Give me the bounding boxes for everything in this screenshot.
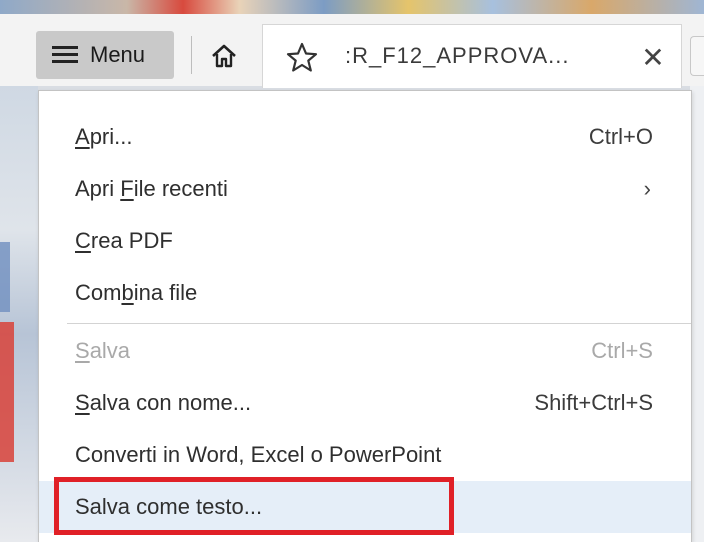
highlight-annotation [54, 477, 454, 535]
menu-item-combina-file[interactable]: Combina file [39, 267, 691, 319]
chevron-right-icon: › [643, 176, 651, 201]
menu-item-label: Crea PDF [75, 228, 173, 253]
menu-item-apri[interactable]: Apri... Ctrl+O [39, 111, 691, 163]
toolbar-separator [191, 36, 192, 74]
menu-item-label: Converti in Word, Excel o PowerPoint [75, 442, 442, 467]
menu-item-label: Combina file [75, 280, 198, 305]
menu-item-crea-pdf[interactable]: Crea PDF [39, 215, 691, 267]
menu-item-shortcut: Shift+Ctrl+S [534, 390, 653, 415]
menu-item-label: Apri File recenti [75, 176, 228, 201]
menu-item-label: Salva [75, 338, 131, 363]
toolbar-edge-button[interactable] [690, 36, 704, 76]
background-left [0, 22, 38, 542]
menu-item-shortcut: Ctrl+S [591, 338, 653, 363]
background-red-shape [0, 322, 14, 462]
menu-item-label: Salva con nome... [75, 390, 252, 415]
menu-button[interactable]: Menu [36, 31, 174, 79]
background-right [690, 22, 704, 542]
home-icon [212, 44, 236, 68]
menu-item-shortcut: Ctrl+O [588, 124, 653, 149]
background-blue-shape [0, 242, 10, 312]
file-menu-dropdown: Apri... Ctrl+O Apri File recenti › Crea … [38, 90, 692, 542]
tab-title: :R_F12_APPROVA... [345, 43, 570, 68]
home-button[interactable] [202, 36, 246, 76]
menu-button-label: Menu [90, 42, 146, 67]
hamburger-icon [52, 46, 78, 64]
menu-item-label: Apri... [75, 124, 133, 149]
menu-item-salva-con-nome[interactable]: Salva con nome... Shift+Ctrl+S [39, 377, 691, 429]
menu-divider [67, 323, 691, 324]
menu-item-converti[interactable]: Converti in Word, Excel o PowerPoint [39, 429, 691, 481]
menu-item-apri-file-recenti[interactable]: Apri File recenti › [39, 163, 691, 215]
star-icon[interactable] [285, 41, 319, 73]
menu-item-salva[interactable]: Salva Ctrl+S [39, 325, 691, 377]
document-tab[interactable]: :R_F12_APPROVA... ✕ [262, 24, 682, 88]
close-icon[interactable]: ✕ [635, 39, 671, 75]
toolbar: Menu :R_F12_APPROVA... ✕ [0, 14, 704, 88]
